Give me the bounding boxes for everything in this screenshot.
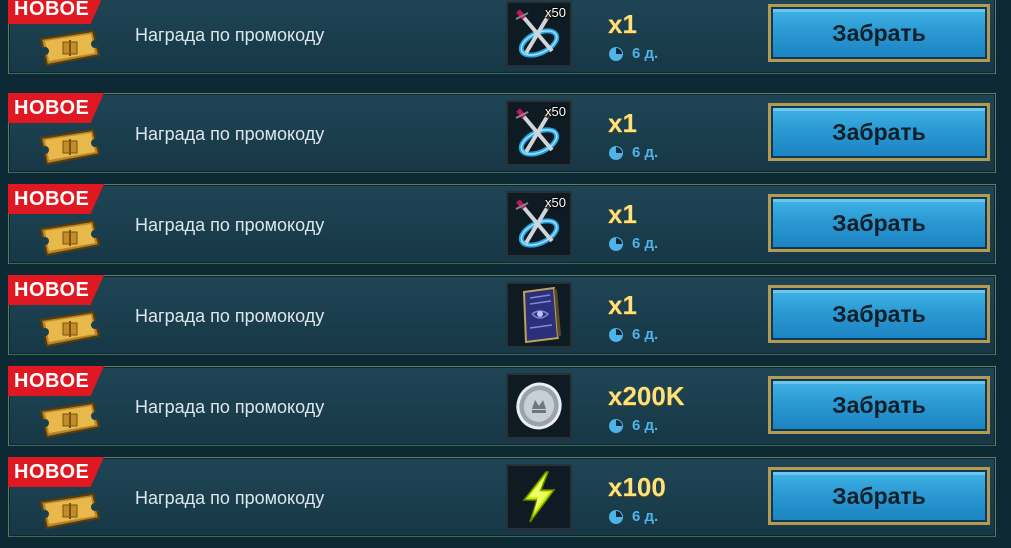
reward-row: НОВОЕ Награда по промокоду x200K 6 д. За… bbox=[8, 366, 996, 446]
reward-amount: x1 bbox=[608, 9, 637, 39]
reward-row: НОВОЕ Награда по промокоду x1 6 д. Забра… bbox=[8, 275, 996, 355]
reward-item-slot[interactable] bbox=[506, 282, 572, 348]
reward-amount: x1 bbox=[608, 290, 637, 320]
new-badge: НОВОЕ bbox=[8, 275, 104, 305]
reward-label: Награда по промокоду bbox=[135, 306, 325, 326]
expiry-timer: 6 д. bbox=[608, 326, 658, 343]
claim-button[interactable]: Забрать bbox=[768, 467, 990, 525]
timer-text: 6 д. bbox=[632, 235, 659, 252]
expiry-timer: 6 д. bbox=[608, 235, 658, 252]
promo-reward-list: НОВОЕ Награда по промокоду x50 x1 6 д. З… bbox=[0, 0, 1011, 548]
timer-text: 6 д. bbox=[632, 417, 659, 434]
reward-item-slot[interactable] bbox=[506, 464, 572, 530]
new-badge: НОВОЕ bbox=[8, 184, 104, 214]
claim-button[interactable]: Забрать bbox=[768, 285, 990, 343]
clock-icon bbox=[608, 145, 624, 161]
reward-row: НОВОЕ Награда по промокоду x50 x1 6 д. З… bbox=[8, 184, 996, 264]
reward-label: Награда по промокоду bbox=[135, 124, 325, 144]
claim-button[interactable]: Забрать bbox=[768, 194, 990, 252]
reward-row: НОВОЕ Награда по промокоду x50 x1 6 д. З… bbox=[8, 0, 996, 74]
expiry-timer: 6 д. bbox=[608, 508, 658, 525]
promo-ticket-icon bbox=[37, 29, 101, 67]
reward-item-slot[interactable]: x50 bbox=[506, 191, 572, 257]
item-stack-count: x50 bbox=[545, 5, 566, 20]
timer-text: 6 д. bbox=[632, 508, 659, 525]
item-stack-count: x50 bbox=[545, 104, 566, 119]
new-badge: НОВОЕ bbox=[8, 93, 104, 123]
item-stack-count: x50 bbox=[545, 195, 566, 210]
claim-button[interactable]: Забрать bbox=[768, 376, 990, 434]
promo-ticket-icon bbox=[37, 401, 101, 439]
new-badge: НОВОЕ bbox=[8, 457, 104, 487]
promo-ticket-icon bbox=[37, 128, 101, 166]
timer-text: 6 д. bbox=[632, 144, 659, 161]
reward-label: Награда по промокоду bbox=[135, 25, 325, 45]
expiry-timer: 6 д. bbox=[608, 45, 658, 62]
reward-row: НОВОЕ Награда по промокоду x100 6 д. Заб… bbox=[8, 457, 996, 537]
reward-amount: x1 bbox=[608, 108, 637, 138]
reward-amount: x1 bbox=[608, 199, 637, 229]
clock-icon bbox=[608, 46, 624, 62]
claim-button[interactable]: Забрать bbox=[768, 4, 990, 62]
new-badge: НОВОЕ bbox=[8, 0, 104, 24]
reward-item-slot[interactable]: x50 bbox=[506, 1, 572, 67]
promo-ticket-icon bbox=[37, 219, 101, 257]
new-badge: НОВОЕ bbox=[8, 366, 104, 396]
expiry-timer: 6 д. bbox=[608, 417, 658, 434]
reward-item-slot[interactable] bbox=[506, 373, 572, 439]
reward-item-slot[interactable]: x50 bbox=[506, 100, 572, 166]
clock-icon bbox=[608, 327, 624, 343]
reward-row: НОВОЕ Награда по промокоду x50 x1 6 д. З… bbox=[8, 93, 996, 173]
reward-amount: x100 bbox=[608, 472, 666, 502]
reward-label: Награда по промокоду bbox=[135, 488, 325, 508]
clock-icon bbox=[608, 418, 624, 434]
reward-amount: x200K bbox=[608, 381, 685, 411]
promo-ticket-icon bbox=[37, 310, 101, 348]
expiry-timer: 6 д. bbox=[608, 144, 658, 161]
promo-ticket-icon bbox=[37, 492, 101, 530]
reward-label: Награда по промокоду bbox=[135, 397, 325, 417]
claim-button[interactable]: Забрать bbox=[768, 103, 990, 161]
timer-text: 6 д. bbox=[632, 326, 659, 343]
clock-icon bbox=[608, 509, 624, 525]
reward-label: Награда по промокоду bbox=[135, 215, 325, 235]
clock-icon bbox=[608, 236, 624, 252]
timer-text: 6 д. bbox=[632, 45, 659, 62]
